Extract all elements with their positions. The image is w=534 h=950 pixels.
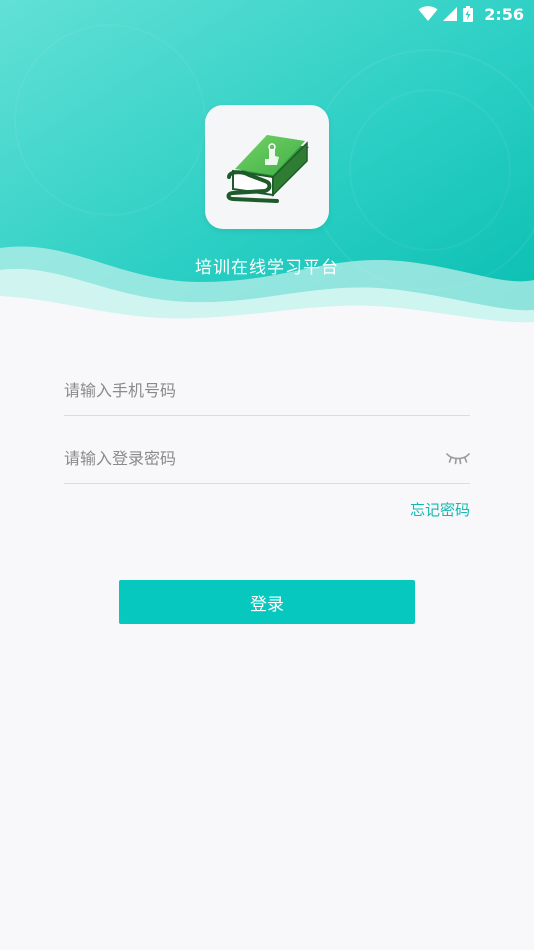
- signal-icon: [443, 7, 458, 21]
- book-icon: [226, 135, 309, 203]
- phone-input[interactable]: [64, 380, 470, 400]
- app-logo: [205, 105, 329, 229]
- forgot-password-link[interactable]: 忘记密码: [410, 499, 470, 520]
- wifi-icon: [418, 6, 438, 21]
- password-field: [64, 433, 470, 484]
- eye-closed-icon[interactable]: [446, 449, 470, 467]
- battery-icon: [463, 6, 474, 22]
- password-input[interactable]: [64, 448, 470, 468]
- status-bar: 2:56: [0, 0, 534, 28]
- app-title: 培训在线学习平台: [195, 258, 339, 278]
- login-screen: 2:56 培训在线学习平台 请输入手机号码 忘记密码 登录: [0, 0, 534, 950]
- status-time: 2:56: [484, 4, 524, 24]
- phone-field: [64, 365, 470, 416]
- header-banner: 2:56 培训在线学习平台: [0, 0, 534, 340]
- login-button[interactable]: 登录: [119, 580, 415, 624]
